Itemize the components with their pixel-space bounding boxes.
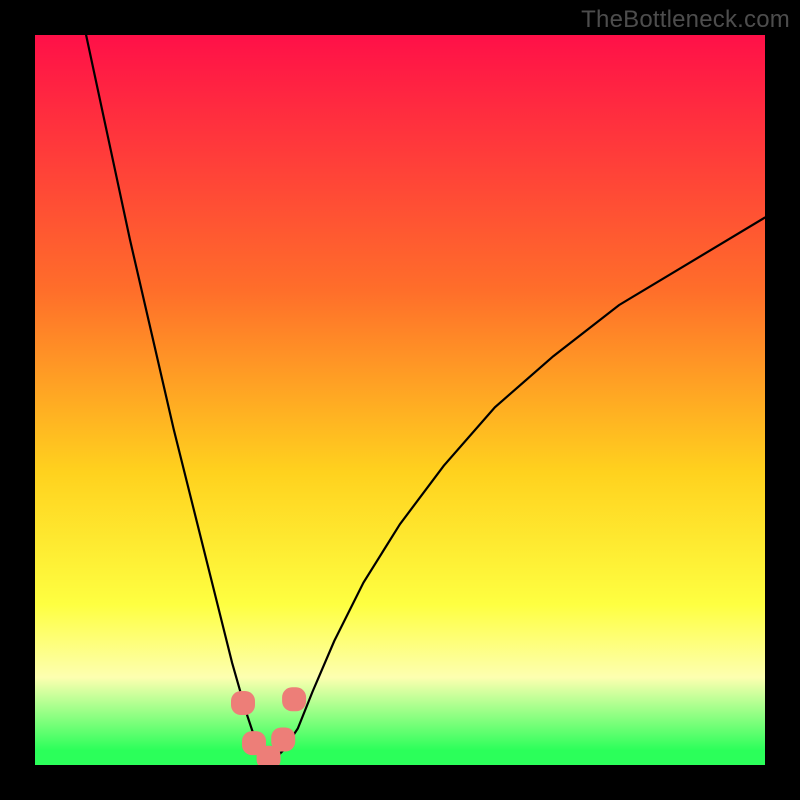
curve-marker (231, 691, 255, 715)
curve-marker (271, 728, 295, 752)
plot-area (35, 35, 765, 765)
watermark-text: TheBottleneck.com (581, 6, 790, 34)
gradient-background (35, 35, 765, 765)
chart-frame: TheBottleneck.com (0, 0, 800, 800)
curve-marker (282, 687, 306, 711)
bottleneck-chart (35, 35, 765, 765)
